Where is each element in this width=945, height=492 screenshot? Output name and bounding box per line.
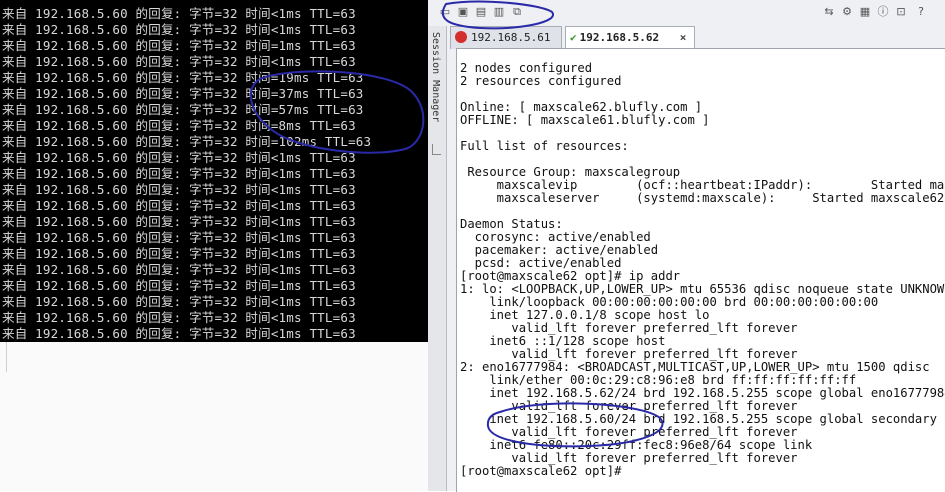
terminal-line: maxscaleserver (systemd:maxscale): Start… <box>496 191 945 205</box>
info-icon[interactable]: ⓘ <box>876 5 890 19</box>
ping-reply-line: 来自 192.168.5.60 的回复: 字节=32 时间<1ms TTL=63 <box>2 230 356 245</box>
terminal-line: Full list of resources: <box>460 139 629 153</box>
window-edge <box>0 342 7 372</box>
cmd-console: 来自 192.168.5.60 的回复: 字节=32 时间<1ms TTL=63… <box>0 0 428 342</box>
print-icon[interactable]: ▥ <box>492 5 506 19</box>
tab-label: 192.168.5.62 <box>579 31 660 44</box>
ping-reply-line: 来自 192.168.5.60 的回复: 字节=32 时间<1ms TTL=63 <box>2 214 356 229</box>
ping-reply-line: 来自 192.168.5.60 的回复: 字节=32 时间<1ms TTL=63 <box>2 262 356 277</box>
terminal-line: [root@maxscale62 opt]# <box>460 464 622 478</box>
console-output: 来自 192.168.5.60 的回复: 字节=32 时间<1ms TTL=63… <box>0 6 428 342</box>
close-icon[interactable]: × <box>680 31 687 44</box>
terminal-line: 2 resources configured <box>460 74 622 88</box>
link-icon[interactable]: ⧉ <box>510 5 524 19</box>
session-manager-sidebar[interactable]: Session Manager <box>428 26 447 491</box>
ping-reply-line: 来自 192.168.5.60 的回复: 字节=32 时间=37ms TTL=6… <box>2 86 364 101</box>
ping-reply-line: 来自 192.168.5.60 的回复: 字节=32 时间=102ms TTL=… <box>2 134 372 149</box>
ping-reply-line: 来自 192.168.5.60 的回复: 字节=32 时间<1ms TTL=63 <box>2 6 356 21</box>
desktop-blank-area <box>0 342 428 491</box>
ping-reply-line: 来自 192.168.5.60 的回复: 字节=32 时间<1ms TTL=63 <box>2 22 356 37</box>
ping-reply-line: 来自 192.168.5.60 的回复: 字节=32 时间=1ms TTL=63 <box>2 278 356 293</box>
settings-icon[interactable]: ⚙ <box>840 5 854 19</box>
tab-label: 192.168.5.61 <box>471 31 551 44</box>
ping-reply-line: 来自 192.168.5.60 的回复: 字节=32 时间=57ms TTL=6… <box>2 102 364 117</box>
lock-icon[interactable]: ⊡ <box>894 5 908 19</box>
session-tabs: 192.168.5.61 ✔ 192.168.5.62 × <box>450 26 945 50</box>
session-manager-label: Session Manager <box>430 32 441 123</box>
toolbar: ▭ ▣ ▤ ▥ ⧉ ⇆ ⚙ ▦ ⓘ ⊡ ? <box>434 4 939 22</box>
ping-reply-line: 来自 192.168.5.60 的回复: 字节=32 时间<1ms TTL=63 <box>2 54 356 69</box>
ssh-client-window: ▭ ▣ ▤ ▥ ⧉ ⇆ ⚙ ▦ ⓘ ⊡ ? Session Manager 19… <box>428 0 945 492</box>
error-icon <box>455 31 467 43</box>
terminal-lines: 2 nodes configured 2 resources configured… <box>457 49 945 478</box>
copy-icon[interactable]: ▣ <box>456 5 470 19</box>
ping-reply-line: 来自 192.168.5.60 的回复: 字节=32 时间<1ms TTL=63 <box>2 198 356 213</box>
ping-reply-line: 来自 192.168.5.60 的回复: 字节=32 时间=8ms TTL=63 <box>2 118 356 133</box>
terminal-output[interactable]: 2 nodes configured 2 resources configured… <box>456 48 945 492</box>
folder-icon[interactable]: ▤ <box>474 5 488 19</box>
ping-reply-line: 来自 192.168.5.60 的回复: 字节=32 时间<1ms TTL=63 <box>2 326 356 341</box>
transfer-icon[interactable]: ⇆ <box>822 5 836 19</box>
terminal-line: OFFLINE: [ maxscale61.blufly.com ] <box>460 113 710 127</box>
ping-reply-line: 来自 192.168.5.60 的回复: 字节=32 时间<1ms TTL=63 <box>2 182 356 197</box>
ping-reply-line: 来自 192.168.5.60 的回复: 字节=32 时间<1ms TTL=63 <box>2 310 356 325</box>
tab-192-168-5-62[interactable]: ✔ 192.168.5.62 × <box>565 26 695 50</box>
ping-reply-line: 来自 192.168.5.60 的回复: 字节=32 时间<1ms TTL=63 <box>2 294 356 309</box>
pin-icon[interactable] <box>432 144 441 155</box>
tab-192-168-5-61[interactable]: 192.168.5.61 <box>450 26 562 49</box>
ping-reply-line: 来自 192.168.5.60 的回复: 字节=32 时间=19ms TTL=6… <box>2 70 364 85</box>
ping-reply-line: 来自 192.168.5.60 的回复: 字节=32 时间=1ms TTL=63 <box>2 38 356 53</box>
ping-reply-line: 来自 192.168.5.60 的回复: 字节=32 时间<1ms TTL=63 <box>2 246 356 261</box>
ping-reply-line: 来自 192.168.5.60 的回复: 字节=32 时间<1ms TTL=63 <box>2 166 356 181</box>
ping-reply-line: 来自 192.168.5.60 的回复: 字节=32 时间<1ms TTL=63 <box>2 150 356 165</box>
help-icon[interactable]: ? <box>914 5 928 19</box>
session-icon[interactable]: ▭ <box>438 5 452 19</box>
check-icon: ✔ <box>570 31 577 44</box>
monitor-icon[interactable]: ▦ <box>858 5 872 19</box>
